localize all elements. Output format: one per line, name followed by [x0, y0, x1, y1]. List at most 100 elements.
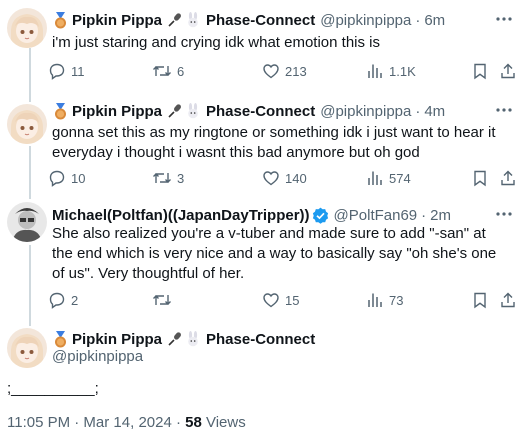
action-bar: 10 3 140 574: [48, 168, 517, 188]
separator: ·: [415, 102, 421, 120]
thread-line: [29, 98, 31, 102]
reply-icon: [49, 292, 65, 309]
views-count: 73: [389, 292, 404, 308]
repost-button[interactable]: 3: [152, 168, 184, 188]
thread-line: [29, 48, 31, 98]
repost-button[interactable]: [152, 290, 172, 310]
verified-icon: [312, 207, 328, 224]
rabbit-icon: [188, 12, 198, 28]
like-count: 15: [285, 292, 300, 308]
share-button[interactable]: [499, 290, 517, 310]
tweet-header: Michael(Poltfan)((JapanDayTripper)) @Pol…: [52, 205, 451, 225]
more-icon: [496, 108, 512, 112]
like-count: 140: [285, 170, 307, 186]
more-icon: [496, 17, 512, 21]
share-button[interactable]: [499, 61, 517, 81]
share-icon: [501, 170, 515, 186]
tweet-text: i'm just staring and crying idk what emo…: [52, 34, 381, 51]
bookmark-button[interactable]: [471, 168, 489, 188]
views-icon: [368, 64, 382, 78]
views-count: 574: [389, 170, 411, 186]
bookmark-button[interactable]: [471, 61, 489, 81]
more-button[interactable]: [494, 9, 514, 29]
like-button[interactable]: 140: [262, 168, 307, 188]
affiliation: Phase-Connect: [206, 330, 316, 348]
tweet-text: gonna set this as my ringtone or somethi…: [52, 124, 496, 161]
reply-button[interactable]: 10: [48, 168, 85, 188]
timestamp[interactable]: 6m: [424, 12, 445, 29]
more-button[interactable]: [494, 204, 514, 224]
rabbit-icon: [188, 331, 198, 347]
separator: ·: [415, 11, 421, 29]
share-button[interactable]: [499, 168, 517, 188]
repost-icon: [153, 66, 171, 76]
display-name[interactable]: Pipkin Pippa: [72, 331, 162, 348]
repost-count: 3: [177, 170, 185, 186]
views-button[interactable]: 1.1K: [366, 61, 416, 81]
tweet-3[interactable]: Michael(Poltfan)((JapanDayTripper)) @Pol…: [0, 195, 526, 322]
views-button[interactable]: 73: [366, 290, 403, 310]
bookmark-icon: [474, 292, 486, 309]
main-tweet: Pipkin Pippa Phase-Connect @pipkinpippa …: [0, 322, 526, 444]
display-name[interactable]: Pipkin Pippa: [72, 103, 162, 120]
handle[interactable]: @pipkinpippa: [320, 12, 411, 29]
handle-row: @pipkinpippa: [52, 346, 143, 366]
tweet-1[interactable]: Pipkin Pippa Phase-Connect @pipkinpippa …: [0, 0, 526, 98]
rabbit-icon: [188, 103, 198, 119]
microphone-icon: [168, 104, 181, 118]
display-name[interactable]: Michael(Poltfan)((JapanDayTripper)): [52, 207, 310, 224]
reply-button[interactable]: 11: [48, 61, 85, 81]
reply-count: 11: [71, 63, 85, 79]
repost-icon: [153, 295, 171, 305]
views-count: 58: [185, 414, 202, 431]
repost-count: 6: [177, 63, 185, 79]
microphone-icon: [168, 13, 181, 27]
tweet-text: She also realized you're a v-tuber and m…: [52, 225, 497, 282]
thread-line: [29, 195, 31, 199]
avatar[interactable]: [7, 202, 47, 242]
timestamp[interactable]: 4m: [424, 103, 445, 120]
avatar[interactable]: [7, 328, 47, 368]
tweet-meta: 11:05 PM · Mar 14, 2024 · 58 Views: [7, 414, 246, 431]
repost-button[interactable]: 6: [152, 61, 184, 81]
medal-icon: [55, 330, 66, 347]
action-bar: 11 6 213 1.1K: [48, 61, 517, 81]
like-button[interactable]: 213: [262, 61, 307, 81]
affiliation: Phase-Connect: [206, 11, 316, 29]
avatar[interactable]: [7, 8, 47, 48]
views-icon: [368, 171, 382, 185]
action-bar: 2 15 73: [48, 290, 517, 310]
views-button[interactable]: 574: [366, 168, 411, 188]
handle[interactable]: @pipkinpippa: [52, 348, 143, 365]
reply-icon: [49, 170, 65, 187]
views-count: 1.1K: [389, 63, 416, 79]
more-button[interactable]: [494, 100, 514, 120]
reply-count: 10: [71, 170, 86, 186]
handle[interactable]: @pipkinpippa: [320, 103, 411, 120]
share-icon: [501, 63, 515, 79]
post-timestamp[interactable]: 11:05 PM · Mar 14, 2024 ·: [7, 414, 185, 431]
like-icon: [263, 171, 279, 186]
reply-count: 2: [71, 292, 79, 308]
medal-icon: [55, 102, 66, 119]
reply-button[interactable]: 2: [48, 290, 78, 310]
share-icon: [501, 292, 515, 308]
like-icon: [263, 64, 279, 79]
microphone-icon: [168, 332, 181, 346]
views-icon: [368, 293, 382, 307]
affiliation: Phase-Connect: [206, 102, 316, 120]
thread-line: [29, 322, 31, 326]
like-count: 213: [285, 63, 307, 79]
like-button[interactable]: 15: [262, 290, 299, 310]
tweet-header: Pipkin Pippa Phase-Connect @pipkinpippa …: [52, 10, 445, 30]
handle[interactable]: @PoltFan69: [334, 207, 418, 224]
repost-icon: [153, 173, 171, 183]
timestamp[interactable]: 2m: [430, 207, 451, 224]
like-icon: [263, 293, 279, 308]
avatar[interactable]: [7, 104, 47, 144]
display-name[interactable]: Pipkin Pippa: [72, 12, 162, 29]
thread-line: [29, 146, 31, 195]
bookmark-button[interactable]: [471, 290, 489, 310]
tweet-header: Pipkin Pippa Phase-Connect @pipkinpippa …: [52, 101, 445, 121]
tweet-2[interactable]: Pipkin Pippa Phase-Connect @pipkinpippa …: [0, 98, 526, 195]
